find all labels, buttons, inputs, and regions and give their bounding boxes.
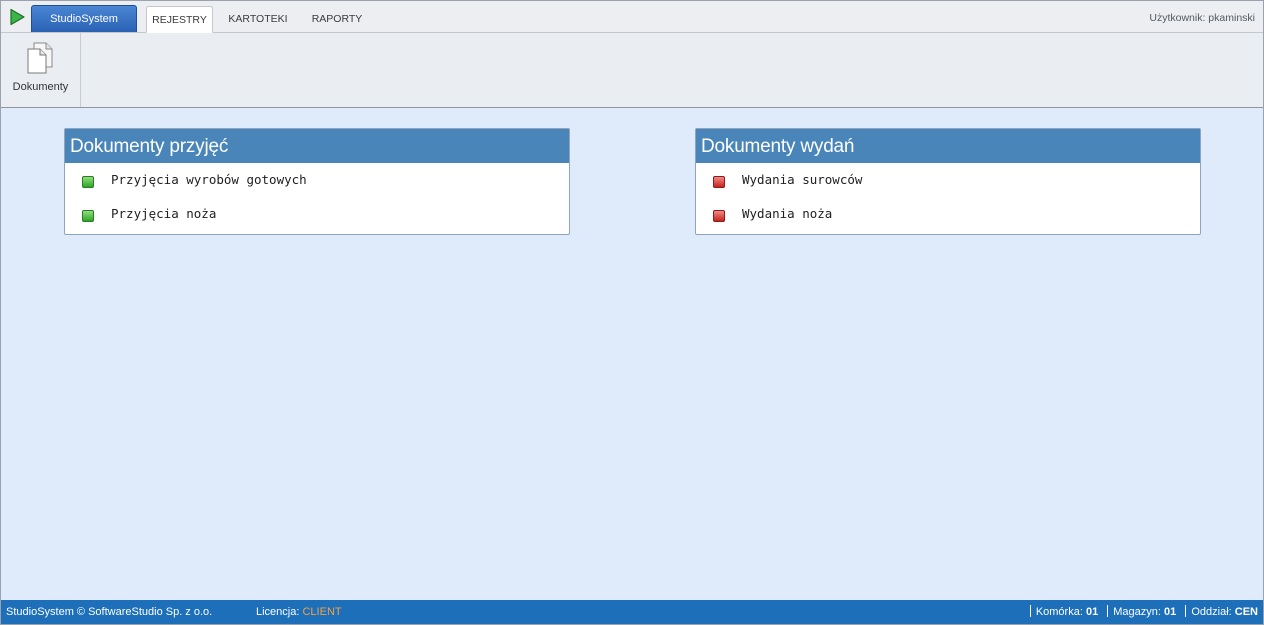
current-user-label: Użytkownik: pkaminski — [1149, 12, 1255, 24]
separator — [1107, 605, 1109, 617]
cell-value: 01 — [1085, 606, 1099, 618]
list-item-label: Wydania noża — [742, 206, 833, 221]
tab-kartoteki[interactable]: KARTOTEKI — [223, 6, 293, 33]
panel-dokumenty-przyjec: Dokumenty przyjęć Przyjęcia wyrobów goto… — [64, 128, 570, 235]
list-item-przyjecia-noza[interactable]: Przyjęcia noża — [82, 205, 552, 225]
warehouse-label: Magazyn: — [1113, 606, 1161, 618]
ribbon-label-dokumenty: Dokumenty — [12, 81, 69, 93]
ribbon-button-dokumenty[interactable]: Dokumenty — [1, 33, 81, 107]
licence-value: CLIENT — [302, 606, 342, 618]
list-item-label: Przyjęcia noża — [111, 206, 217, 221]
ribbon-toolbar: Dokumenty — [1, 33, 1263, 108]
top-tab-bar: StudioSystem REJESTRY KARTOTEKI RAPORTY … — [1, 1, 1263, 33]
application-window: StudioSystem REJESTRY KARTOTEKI RAPORTY … — [0, 0, 1264, 625]
licence-label: Licencja: — [256, 606, 300, 618]
green-status-icon — [82, 176, 94, 188]
panel-title: Dokumenty wydań — [696, 129, 1200, 163]
context-info: Komórka: 01 Magazyn: 01 Oddział: CEN — [1024, 600, 1258, 624]
tab-raporty[interactable]: RAPORTY — [306, 6, 368, 33]
separator — [1029, 605, 1031, 617]
red-status-icon — [713, 176, 725, 188]
panel-title: Dokumenty przyjęć — [65, 129, 569, 163]
list-item-przyjecia-wyrobow[interactable]: Przyjęcia wyrobów gotowych — [82, 171, 552, 191]
app-menu-button[interactable]: StudioSystem — [31, 5, 137, 32]
play-icon[interactable] — [8, 8, 26, 26]
status-bar: StudioSystem © SoftwareStudio Sp. z o.o.… — [1, 600, 1263, 624]
cell-label: Komórka: — [1035, 606, 1083, 618]
list-item-wydania-noza[interactable]: Wydania noża — [713, 205, 1183, 225]
copyright-text: StudioSystem © SoftwareStudio Sp. z o.o. — [6, 606, 213, 618]
separator — [1185, 605, 1187, 617]
branch-value: CEN — [1234, 606, 1258, 618]
panel-dokumenty-wydan: Dokumenty wydań Wydania surowców Wydania… — [695, 128, 1201, 235]
warehouse-value: 01 — [1164, 606, 1177, 618]
licence-info: Licencja: CLIENT — [256, 600, 342, 624]
list-item-label: Wydania surowców — [742, 172, 863, 187]
list-item-label: Przyjęcia wyrobów gotowych — [111, 172, 307, 187]
documents-icon — [27, 42, 53, 74]
red-status-icon — [713, 210, 725, 222]
list-item-wydania-surowcow[interactable]: Wydania surowców — [713, 171, 1183, 191]
branch-label: Oddział: — [1191, 606, 1232, 618]
tab-rejestry[interactable]: REJESTRY — [146, 6, 213, 33]
green-status-icon — [82, 210, 94, 222]
